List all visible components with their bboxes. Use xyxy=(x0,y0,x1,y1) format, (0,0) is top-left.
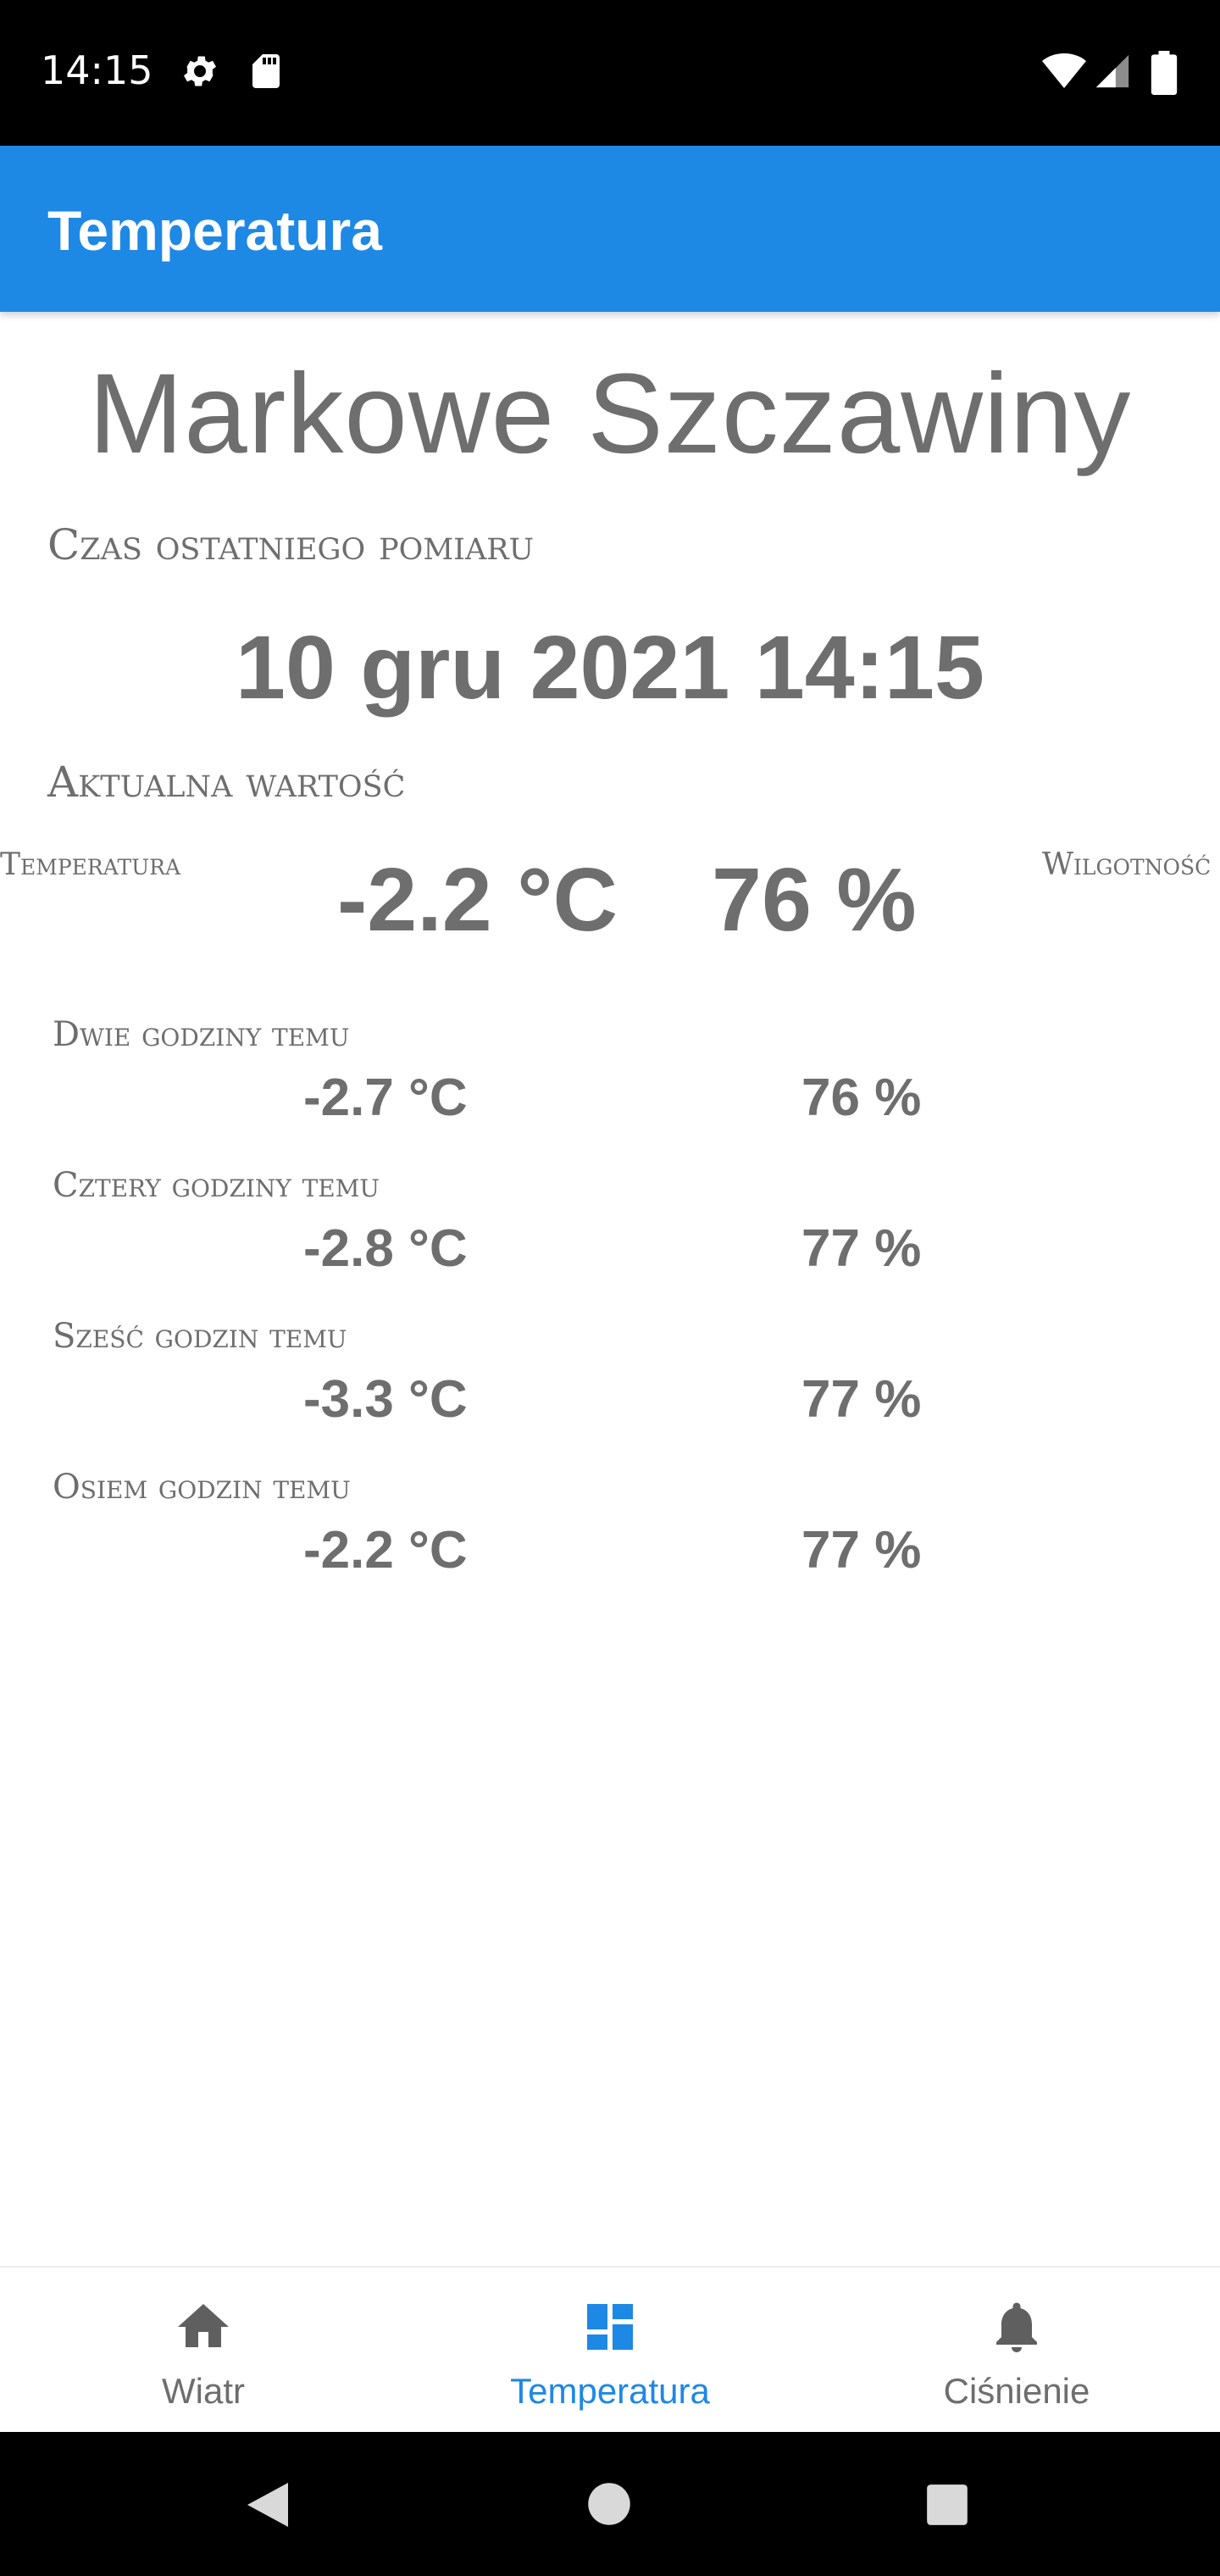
humidity-label: Wilgotność xyxy=(1042,847,1212,882)
station-name: Markowe Szczawiny xyxy=(88,351,1132,477)
history-temperature: -2.7 °C xyxy=(303,1069,468,1127)
wifi-icon xyxy=(1042,53,1086,88)
status-bar: 14:15 xyxy=(0,0,1220,146)
history-label: Sześć godzin temu xyxy=(53,1317,347,1356)
current-temperature: -2.2 °C xyxy=(337,850,618,950)
settings-icon xyxy=(184,56,216,86)
sd-card-icon xyxy=(252,54,280,88)
signal-icon xyxy=(1095,54,1129,88)
nav-item-temperatura[interactable]: Temperatura xyxy=(407,2268,813,2434)
last-measurement-label: Czas ostatniego pomiaru xyxy=(47,520,535,569)
home-icon xyxy=(178,2304,229,2347)
temperature-label: Temperatura xyxy=(0,847,181,882)
history-humidity: 77 % xyxy=(801,1219,922,1278)
bell-icon xyxy=(996,2302,1037,2352)
recents-icon[interactable] xyxy=(925,2483,969,2527)
back-icon[interactable] xyxy=(244,2479,291,2530)
history-temperature: -2.2 °C xyxy=(303,1521,468,1579)
history-humidity: 76 % xyxy=(801,1069,922,1127)
history-temperature: -3.3 °C xyxy=(303,1370,468,1429)
nav-item-cisnienie[interactable]: Ciśnienie xyxy=(813,2268,1220,2434)
history-temperature: -2.8 °C xyxy=(303,1219,468,1278)
history-label: Cztery godziny temu xyxy=(53,1166,380,1205)
nav-item-wiatr[interactable]: Wiatr xyxy=(0,2268,407,2434)
last-measurement-datetime: 10 gru 2021 14:15 xyxy=(236,618,984,718)
dashboard-icon xyxy=(587,2304,633,2350)
battery-icon xyxy=(1151,51,1178,95)
history-label: Osiem godzin temu xyxy=(53,1468,351,1507)
history-label: Dwie godziny temu xyxy=(53,1015,350,1054)
current-humidity: 76 % xyxy=(712,850,917,950)
app-title: Temperatura xyxy=(47,199,382,262)
history-humidity: 77 % xyxy=(801,1521,922,1579)
nav-label: Wiatr xyxy=(162,2371,245,2411)
current-value-label: Aktualna wartość xyxy=(47,758,406,807)
home-circle-icon[interactable] xyxy=(586,2481,632,2527)
app-bar: Temperatura xyxy=(0,146,1220,312)
nav-label: Ciśnienie xyxy=(943,2371,1090,2411)
history-humidity: 77 % xyxy=(801,1370,922,1429)
system-navigation-bar xyxy=(0,2432,1220,2576)
bottom-navigation: Wiatr Temperatura Ciśnienie xyxy=(0,2266,1220,2434)
status-time: 14:15 xyxy=(41,47,153,93)
nav-label: Temperatura xyxy=(510,2371,710,2411)
